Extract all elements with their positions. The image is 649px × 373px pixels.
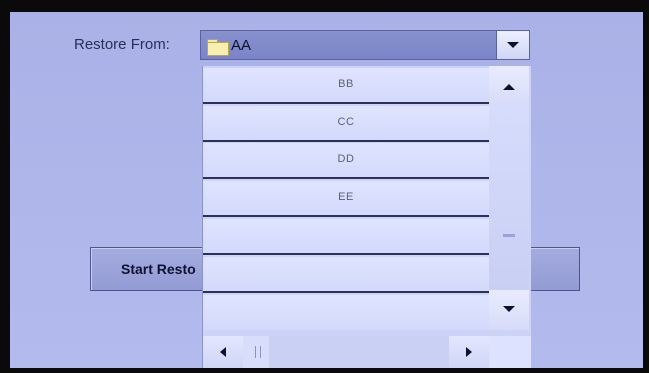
scroll-up-button[interactable] xyxy=(489,66,529,106)
arrow-down-icon xyxy=(503,306,515,312)
list-item[interactable]: EE xyxy=(203,181,489,217)
horizontal-scroll-thumb[interactable] xyxy=(243,336,269,368)
start-restore-button-label: Start Resto xyxy=(121,261,196,277)
scroll-left-button[interactable] xyxy=(203,336,243,368)
restore-from-label: Restore From: xyxy=(74,36,170,53)
vertical-scroll-thumb[interactable] xyxy=(489,106,529,290)
scrollbar-corner xyxy=(489,336,531,368)
dropdown-list: BB CC DD EE xyxy=(203,66,489,330)
list-item-label: EE xyxy=(338,191,354,203)
restore-from-selected-value: AA xyxy=(231,37,252,54)
scroll-grip-icon xyxy=(503,234,515,237)
screen: Restore From: Start Resto AA BB CC DD EE xyxy=(10,12,643,368)
restore-from-dropdown[interactable]: AA xyxy=(200,30,530,60)
list-item-label: DD xyxy=(337,153,355,165)
scroll-grip-icon xyxy=(255,346,261,358)
list-item[interactable] xyxy=(203,295,489,330)
scroll-down-button[interactable] xyxy=(489,290,529,330)
chevron-down-icon xyxy=(507,42,519,48)
list-item[interactable]: CC xyxy=(203,106,489,142)
scroll-right-button[interactable] xyxy=(449,336,489,368)
list-item-label: BB xyxy=(338,78,354,90)
horizontal-scrollbar[interactable] xyxy=(203,336,489,368)
arrow-up-icon xyxy=(503,84,515,90)
list-item[interactable] xyxy=(203,257,489,293)
list-item-label: CC xyxy=(337,116,355,128)
dropdown-toggle-button[interactable] xyxy=(496,31,529,59)
list-item[interactable] xyxy=(203,219,489,255)
vertical-scrollbar[interactable] xyxy=(489,66,529,330)
list-item[interactable]: DD xyxy=(203,143,489,179)
list-item[interactable]: BB xyxy=(203,68,489,104)
folder-icon xyxy=(207,39,229,56)
monitor-bezel: Restore From: Start Resto AA BB CC DD EE xyxy=(0,0,649,373)
arrow-left-icon xyxy=(220,347,226,357)
arrow-right-icon xyxy=(466,347,472,357)
dropdown-list-panel: BB CC DD EE xyxy=(202,66,531,368)
